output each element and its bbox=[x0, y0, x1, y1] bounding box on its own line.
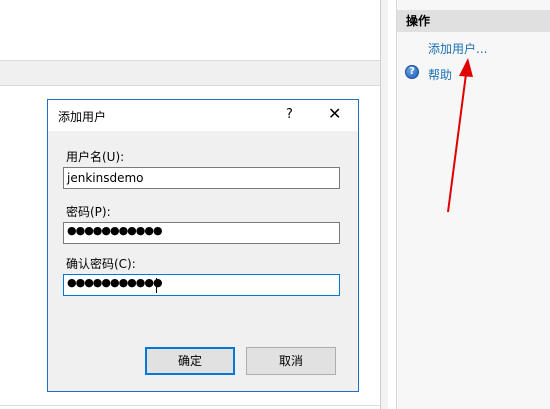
actions-pane: 操作 添加用户... ? 帮助 bbox=[397, 0, 550, 409]
confirm-password-field[interactable]: ●●●●●●●●●●● bbox=[63, 274, 340, 296]
text-caret bbox=[156, 278, 157, 293]
help-icon[interactable]: ? bbox=[405, 65, 419, 79]
password-field[interactable]: ●●●●●●●●●●● bbox=[63, 222, 340, 244]
password-masked-value: ●●●●●●●●●●● bbox=[67, 224, 163, 237]
actions-pane-header: 操作 bbox=[397, 10, 550, 32]
dialog-title: 添加用户 bbox=[58, 110, 107, 124]
username-field[interactable]: jenkinsdemo bbox=[63, 167, 340, 189]
main-panel-toolbar-band bbox=[0, 60, 380, 86]
help-action-link[interactable]: 帮助 bbox=[428, 66, 452, 83]
dialog-titlebar: 添加用户 ? ✕ bbox=[48, 100, 358, 131]
password-label: 密码(P): bbox=[66, 205, 111, 219]
add-user-action-link[interactable]: 添加用户... bbox=[428, 40, 487, 57]
main-panel-top bbox=[0, 0, 380, 60]
confirm-password-label: 确认密码(C): bbox=[66, 257, 136, 271]
cancel-button[interactable]: 取消 bbox=[246, 347, 336, 375]
dialog-close-button[interactable]: ✕ bbox=[328, 105, 341, 123]
pane-gutter bbox=[388, 0, 397, 409]
confirm-password-masked-value: ●●●●●●●●●●● bbox=[67, 276, 163, 289]
username-value: jenkinsdemo bbox=[67, 171, 144, 185]
pane-splitter[interactable] bbox=[380, 0, 388, 409]
dialog-help-button[interactable]: ? bbox=[286, 107, 293, 122]
main-panel-bottom-divider bbox=[0, 405, 380, 406]
add-user-dialog: 添加用户 ? ✕ 用户名(U): jenkinsdemo 密码(P): ●●●●… bbox=[47, 99, 359, 392]
ok-button[interactable]: 确定 bbox=[145, 347, 235, 375]
username-label: 用户名(U): bbox=[66, 150, 125, 164]
